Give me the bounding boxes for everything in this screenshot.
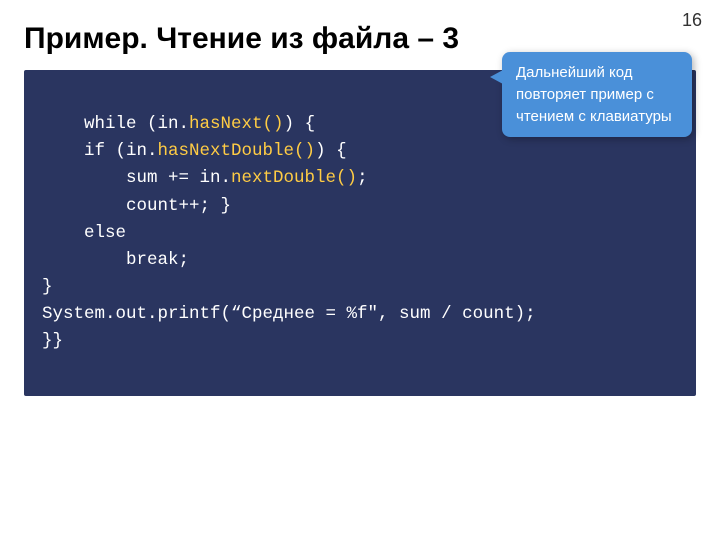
code-line-1: while (in.hasNext()) { [84, 114, 315, 134]
code-line-3: sum += in.nextDouble(); [42, 168, 368, 188]
code-line-8: System.out.printf(“Среднее = %f", sum / … [42, 304, 536, 324]
slide-title: Пример. Чтение из файла – 3 [24, 22, 696, 56]
code-line-6: break; [42, 250, 189, 270]
tooltip-text: Дальнейший код повторяет пример с чтение… [516, 64, 672, 125]
code-line-4: count++; } [42, 196, 231, 216]
tooltip: Дальнейший код повторяет пример с чтение… [502, 52, 692, 137]
code-line-7: } [42, 277, 53, 297]
slide: 16 Пример. Чтение из файла – 3 while (in… [0, 0, 720, 540]
slide-number: 16 [682, 10, 702, 31]
code-line-5: else [42, 223, 126, 243]
code-line-9: }} [42, 331, 63, 351]
code-line-2: if (in.hasNextDouble()) { [42, 141, 347, 161]
